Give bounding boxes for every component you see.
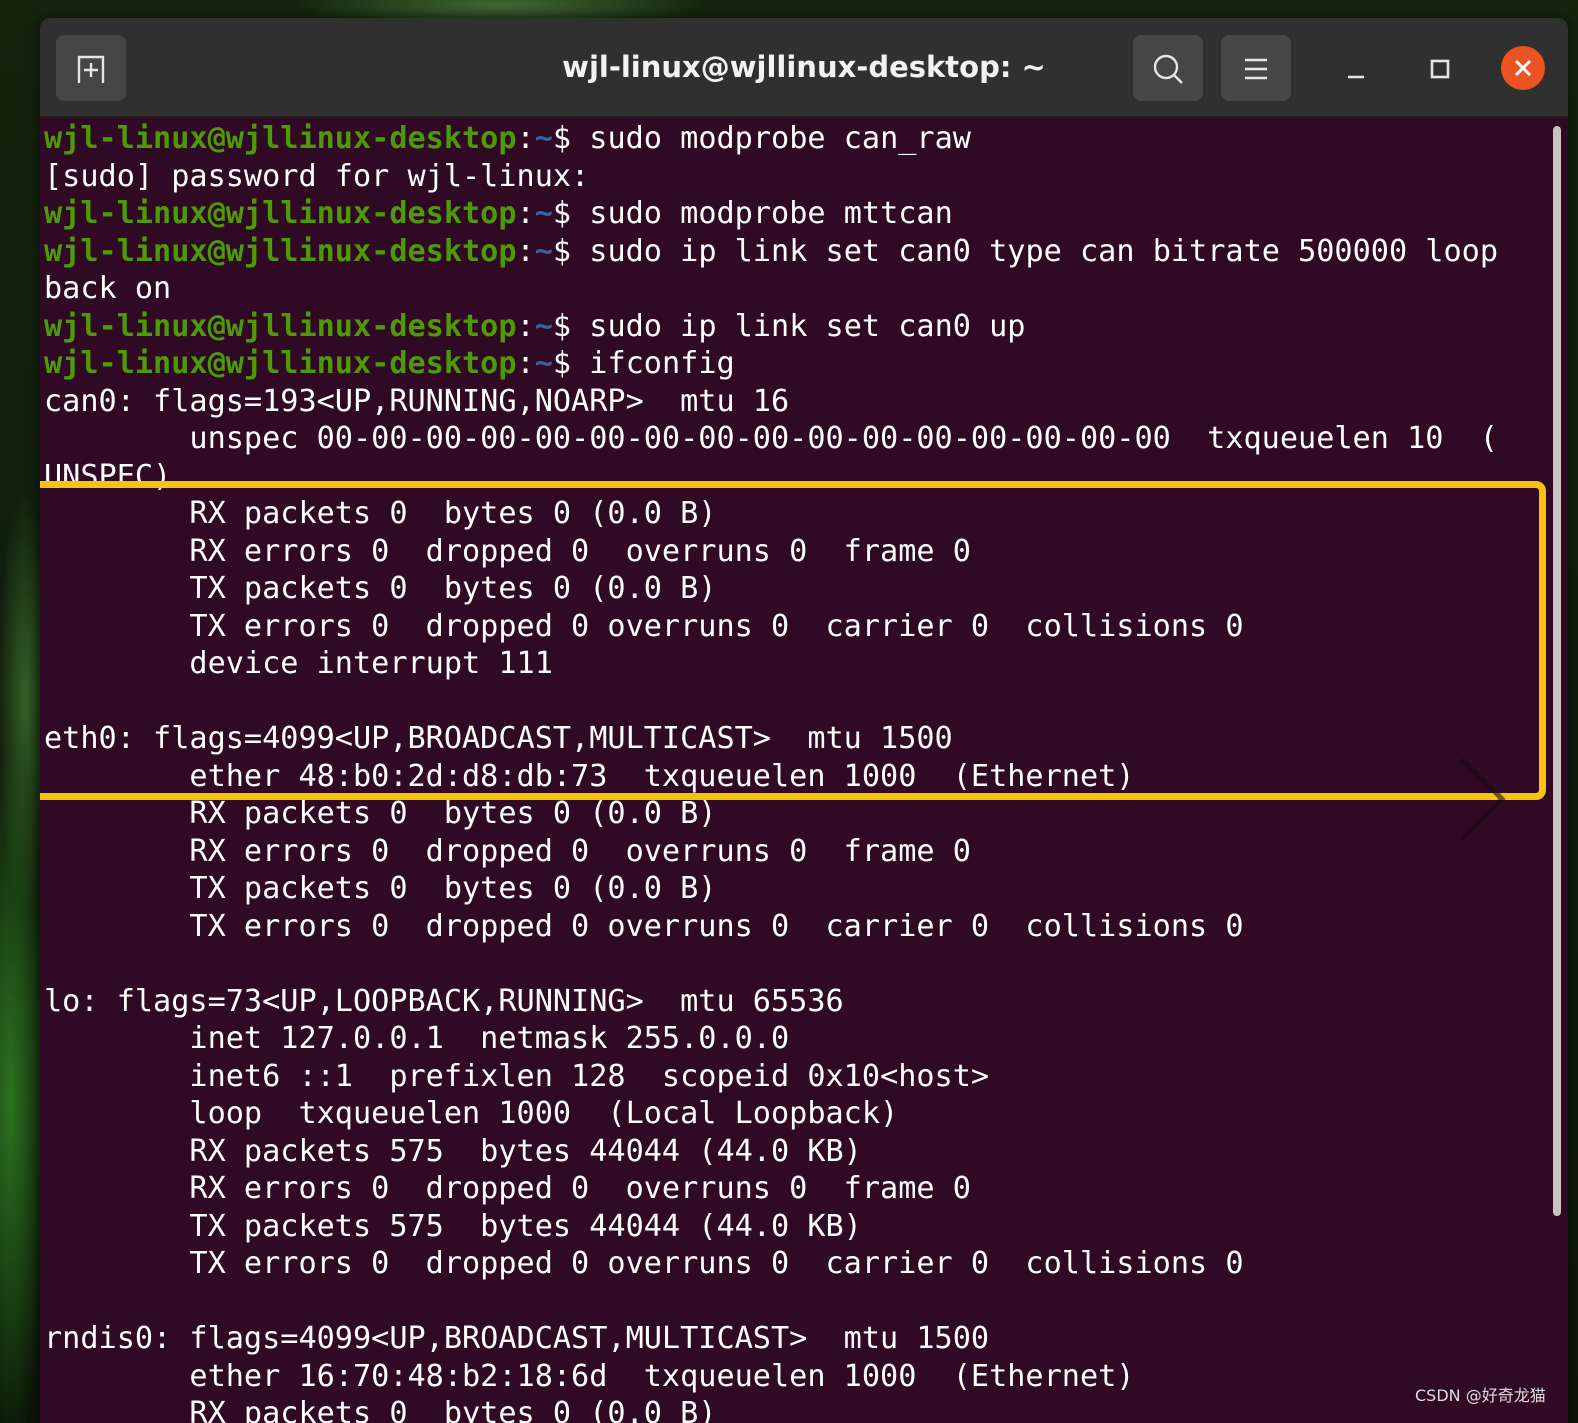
prompt-line: wjl-linux@wjllinux-desktop:~$ sudo modpr… (44, 195, 1552, 233)
output-line: loop txqueuelen 1000 (Local Loopback) (44, 1096, 899, 1131)
minimize-button[interactable] (1326, 38, 1386, 98)
output-line: TX packets 0 bytes 0 (0.0 B) (44, 571, 717, 606)
prompt-path: ~ (534, 233, 553, 269)
maximize-icon (1430, 59, 1450, 78)
next-page-button[interactable] (1452, 754, 1512, 844)
close-icon (1514, 59, 1532, 77)
output-line: TX errors 0 dropped 0 overruns 0 carrier… (44, 908, 1244, 944)
output-line: eth0: flags=4099<UP,BROADCAST,MULTICAST>… (44, 721, 953, 756)
prompt-user: wjl-linux@wjllinux-desktop (44, 196, 517, 231)
prompt-line: wjl-linux@wjllinux-desktop:~$ sudo ip li… (44, 233, 1552, 271)
prompt-dollar: $ (552, 346, 572, 381)
new-tab-button[interactable] (56, 35, 126, 101)
search-icon (1153, 54, 1183, 84)
prompt-path: ~ (534, 121, 553, 156)
hamburger-menu-icon (1245, 58, 1267, 79)
prompt-line: wjl-linux@wjllinux-desktop:~$ sudo ip li… (44, 308, 1552, 346)
prompt-separator: : (516, 308, 535, 344)
prompt-line: wjl-linux@wjllinux-desktop:~$ sudo modpr… (44, 120, 1552, 158)
output-line: RX packets 0 bytes 0 (0.0 B) (44, 1396, 717, 1423)
output-line: ether 16:70:48:b2:18:6d txqueuelen 1000 … (44, 1358, 1135, 1394)
title-bar[interactable]: wjl-linux@wjllinux-desktop: ~ (40, 18, 1568, 117)
terminal-window[interactable]: wjl-linux@wjllinux-desktop: ~ wjl-linux@… (40, 18, 1568, 1423)
menu-button[interactable] (1221, 35, 1291, 101)
prompt-line: wjl-linux@wjllinux-desktop:~$ ifconfig (44, 345, 1552, 383)
chevron-right-icon (1460, 757, 1506, 841)
prompt-path: ~ (534, 346, 553, 381)
close-button[interactable] (1501, 46, 1545, 90)
prompt-separator: : (516, 346, 535, 381)
command-text: sudo ip link set can0 type can bitrate 5… (571, 233, 1499, 269)
output-line: RX errors 0 dropped 0 overruns 0 frame 0 (44, 533, 971, 569)
output-line: inet6 ::1 prefixlen 128 scopeid 0x10<hos… (44, 1058, 990, 1094)
new-tab-icon (77, 55, 105, 83)
minimize-icon (1348, 75, 1364, 78)
prompt-separator: : (516, 196, 535, 231)
output-line: RX packets 575 bytes 44044 (44.0 KB) (44, 1133, 862, 1169)
watermark: CSDN @好奇龙猫 (1415, 1386, 1546, 1405)
output-line: RX packets 0 bytes 0 (0.0 B) (44, 496, 717, 531)
prompt-path: ~ (534, 308, 553, 344)
output-line: device interrupt 111 (44, 646, 553, 681)
command-text: sudo modprobe can_raw (571, 121, 971, 156)
output-line: can0: flags=193<UP,RUNNING,NOARP> mtu 16 (44, 383, 790, 419)
scrollbar[interactable] (1553, 126, 1561, 1216)
command-text: ifconfig (571, 346, 735, 381)
maximize-button[interactable] (1410, 38, 1470, 98)
output-line: [sudo] password for wjl-linux: (44, 158, 590, 194)
prompt-dollar: $ (552, 196, 572, 231)
search-button[interactable] (1133, 35, 1203, 101)
output-line: RX packets 0 bytes 0 (0.0 B) (44, 796, 717, 831)
output-line: TX errors 0 dropped 0 overruns 0 carrier… (44, 1246, 1244, 1281)
output-line: lo: flags=73<UP,LOOPBACK,RUNNING> mtu 65… (44, 983, 844, 1019)
output-line: RX errors 0 dropped 0 overruns 0 frame 0 (44, 833, 971, 869)
output-line: UNSPEC) (44, 458, 172, 494)
prompt-dollar: $ (552, 233, 572, 269)
output-line: TX packets 575 bytes 44044 (44.0 KB) (44, 1208, 862, 1244)
prompt-user: wjl-linux@wjllinux-desktop (44, 233, 517, 269)
prompt-user: wjl-linux@wjllinux-desktop (44, 346, 517, 381)
command-text: sudo ip link set can0 up (571, 308, 1026, 344)
output-line: inet 127.0.0.1 netmask 255.0.0.0 (44, 1021, 790, 1056)
output-line: TX packets 0 bytes 0 (0.0 B) (44, 871, 717, 906)
command-text: sudo modprobe mttcan (571, 196, 953, 231)
prompt-separator: : (516, 121, 535, 156)
prompt-path: ~ (534, 196, 553, 231)
output-line: RX errors 0 dropped 0 overruns 0 frame 0 (44, 1171, 971, 1206)
output-line: rndis0: flags=4099<UP,BROADCAST,MULTICAS… (44, 1321, 990, 1356)
output-line: unspec 00-00-00-00-00-00-00-00-00-00-00-… (44, 421, 1498, 456)
prompt-user: wjl-linux@wjllinux-desktop (44, 121, 517, 156)
prompt-user: wjl-linux@wjllinux-desktop (44, 308, 517, 344)
terminal-lines: wjl-linux@wjllinux-desktop:~$ sudo modpr… (44, 120, 1552, 1423)
output-line: ether 48:b0:2d:d8:db:73 txqueuelen 1000 … (44, 758, 1135, 794)
terminal-output[interactable]: wjl-linux@wjllinux-desktop:~$ sudo modpr… (40, 120, 1552, 1423)
output-line: TX errors 0 dropped 0 overruns 0 carrier… (44, 608, 1244, 644)
prompt-separator: : (516, 233, 535, 269)
prompt-dollar: $ (552, 121, 572, 156)
prompt-dollar: $ (552, 308, 572, 344)
output-line: back on (44, 271, 172, 306)
